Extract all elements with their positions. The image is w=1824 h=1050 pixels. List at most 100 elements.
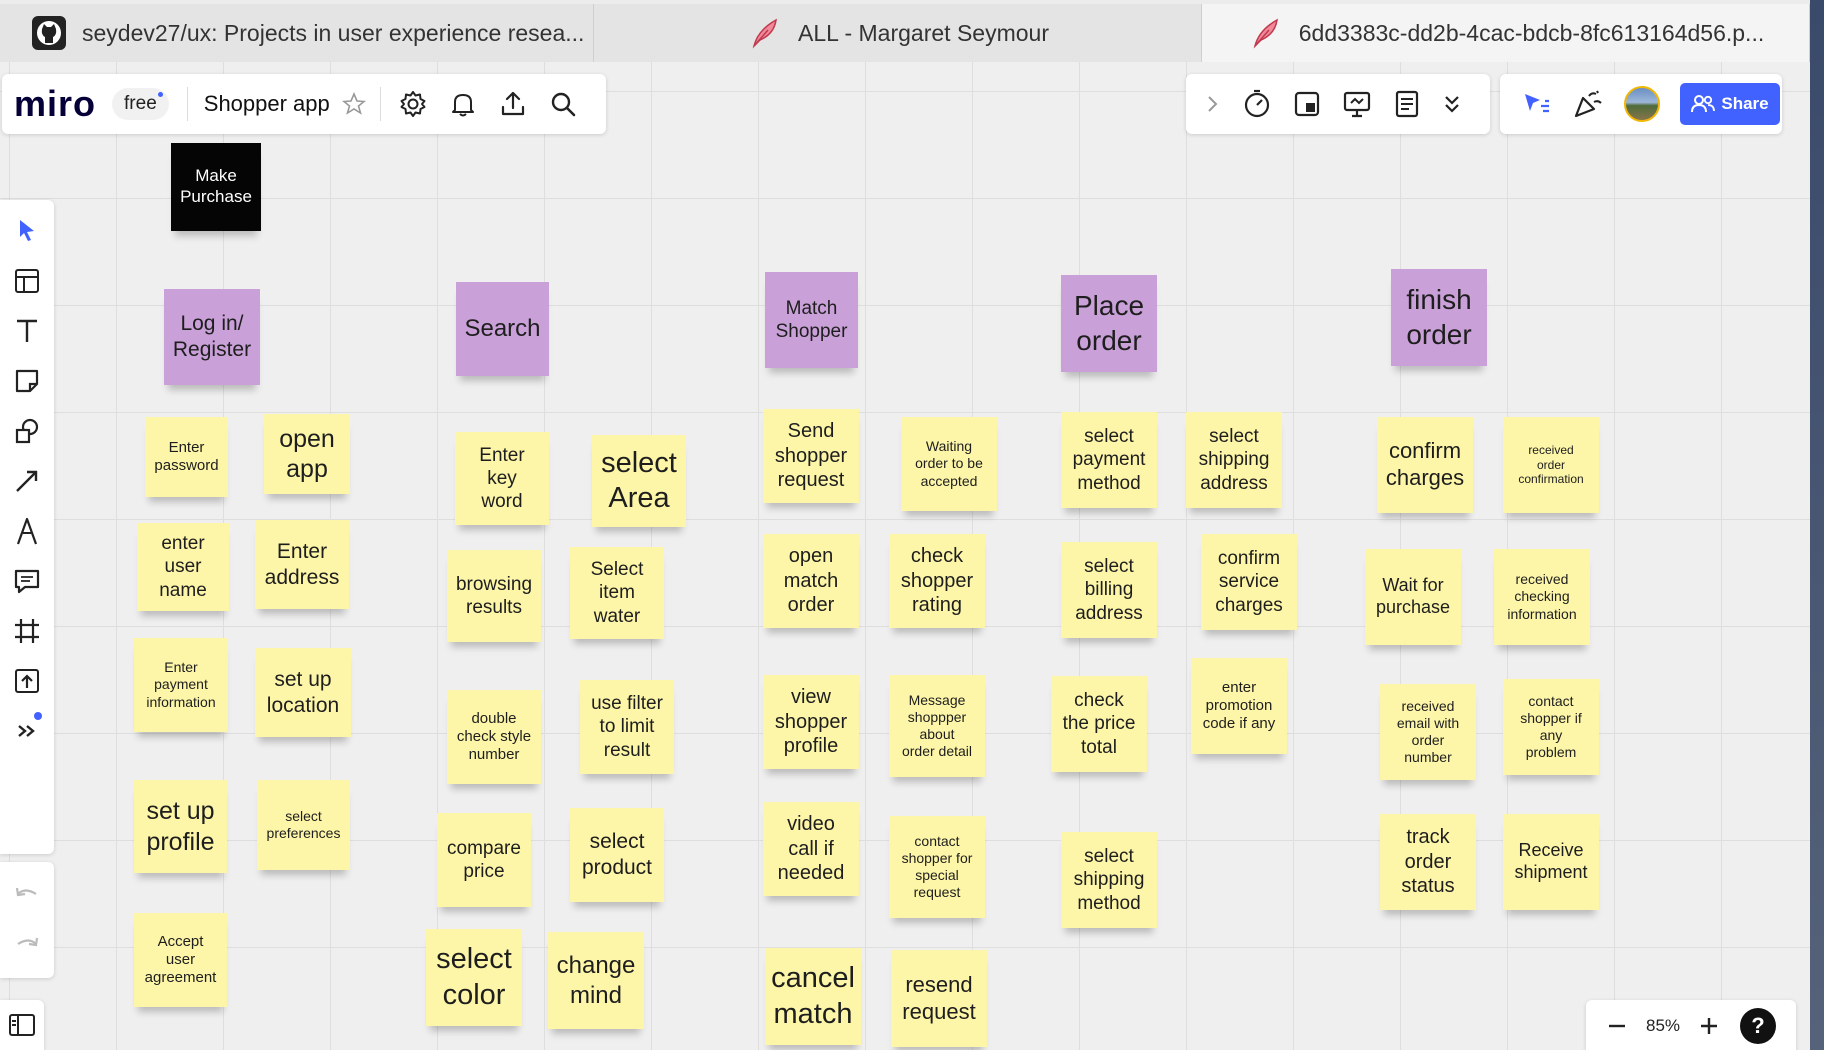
upload-export-icon[interactable]: [499, 90, 527, 118]
browser-tab-github[interactable]: seydev27/ux: Projects in user experience…: [0, 4, 594, 62]
help-button[interactable]: ?: [1740, 1008, 1777, 1044]
sticky-note[interactable]: change mind: [548, 932, 644, 1029]
sticky-note[interactable]: select color: [426, 929, 522, 1026]
sticky-note[interactable]: set up profile: [134, 780, 227, 873]
browser-tab-margaret[interactable]: ALL - Margaret Seymour: [594, 4, 1202, 62]
zoom-level[interactable]: 85%: [1646, 1016, 1680, 1036]
sticky-note[interactable]: Message shoppper about order detail: [889, 675, 985, 777]
connection-line-tool-icon[interactable]: [2, 456, 52, 506]
comment-tool-icon[interactable]: [2, 556, 52, 606]
avatar[interactable]: [1624, 86, 1660, 122]
sidebar-toggle[interactable]: [0, 1000, 44, 1050]
divider: [379, 87, 381, 121]
sticky-note[interactable]: Enter password: [145, 417, 228, 497]
sticky-note[interactable]: select product: [570, 808, 664, 902]
upload-tool-icon[interactable]: [2, 656, 52, 706]
sticky-note[interactable]: Waiting order to be accepted: [901, 417, 997, 511]
pen-tool-icon[interactable]: [2, 506, 52, 556]
sticky-note[interactable]: resend request: [891, 950, 987, 1047]
select-cursor-tool-icon[interactable]: [2, 206, 52, 256]
tab-title: seydev27/ux: Projects in user experience…: [82, 19, 585, 46]
sticky-note[interactable]: use filter to limit result: [580, 680, 674, 774]
sticky-note[interactable]: double check style number: [447, 690, 541, 784]
zoom-controls: 85% ?: [1586, 1000, 1796, 1050]
sticky-note[interactable]: open app: [264, 414, 350, 494]
sticky-note[interactable]: enter promotion code if any: [1191, 658, 1287, 754]
sticky-note[interactable]: Accept user agreement: [134, 913, 227, 1007]
sticky-note[interactable]: Enter key word: [455, 432, 549, 525]
sticky-note[interactable]: received checking information: [1494, 549, 1590, 645]
plan-badge[interactable]: free: [112, 88, 169, 120]
sticky-note[interactable]: select Area: [592, 435, 686, 527]
sticky-note-tool-icon[interactable]: [2, 356, 52, 406]
feather-icon: [1247, 14, 1285, 52]
sticky-note[interactable]: video call if needed: [763, 802, 859, 896]
sticky-note[interactable]: select shipping address: [1186, 412, 1282, 508]
sticky-note[interactable]: track order status: [1380, 814, 1476, 910]
sticky-note[interactable]: finish order: [1391, 269, 1487, 366]
sidebar-panel-icon: [9, 1014, 35, 1036]
share-button[interactable]: Share: [1680, 83, 1780, 125]
chevrons-down-icon[interactable]: [1442, 92, 1462, 116]
sticky-note[interactable]: contact shopper for special request: [889, 816, 985, 918]
sticky-note[interactable]: select shipping method: [1061, 832, 1157, 928]
sticky-note[interactable]: set up location: [255, 648, 351, 737]
sticky-note[interactable]: Place order: [1061, 275, 1157, 372]
sticky-note[interactable]: check the price total: [1051, 676, 1147, 772]
sticky-note[interactable]: select billing address: [1061, 542, 1157, 638]
github-icon: [30, 14, 68, 52]
tab-title: 6dd3383c-dd2b-4cac-bdcb-8fc613164d56.p..…: [1298, 19, 1765, 46]
zoom-out-icon[interactable]: [1606, 1015, 1628, 1037]
card-add-icon[interactable]: [1292, 89, 1322, 119]
sticky-note[interactable]: Make Purchase: [171, 143, 261, 231]
presentation-icon[interactable]: [1342, 89, 1372, 119]
sticky-note[interactable]: confirm charges: [1377, 417, 1473, 513]
sticky-note[interactable]: Receive shipment: [1503, 814, 1599, 910]
plan-label: free: [124, 93, 157, 114]
chevron-right-icon[interactable]: [1206, 94, 1220, 114]
celebrate-icon[interactable]: [1572, 88, 1604, 120]
notes-list-icon[interactable]: [1392, 89, 1422, 119]
sticky-note[interactable]: Match Shopper: [765, 272, 858, 368]
more-tools-icon[interactable]: [2, 706, 52, 756]
star-icon[interactable]: [341, 92, 366, 116]
timer-icon[interactable]: [1242, 89, 1272, 119]
shapes-tool-icon[interactable]: [2, 406, 52, 456]
sticky-note[interactable]: select preferences: [257, 780, 350, 870]
browser-tab-document[interactable]: 6dd3383c-dd2b-4cac-bdcb-8fc613164d56.p..…: [1202, 4, 1810, 62]
feather-icon: [746, 14, 784, 52]
settings-gear-icon[interactable]: [399, 90, 427, 118]
sticky-note[interactable]: received email with order number: [1380, 684, 1476, 780]
sticky-note[interactable]: view shopper profile: [763, 675, 859, 769]
sticky-note[interactable]: cancel match: [765, 948, 861, 1045]
sticky-note[interactable]: Select item water: [570, 547, 664, 639]
sticky-note[interactable]: Search: [456, 282, 549, 376]
frame-tool-icon[interactable]: [2, 606, 52, 656]
undo-icon[interactable]: [2, 870, 52, 920]
sticky-note[interactable]: Log in/ Register: [164, 289, 260, 385]
sticky-note[interactable]: open match order: [763, 534, 859, 628]
search-icon[interactable]: [549, 90, 577, 118]
sticky-note[interactable]: enter user name: [137, 523, 229, 611]
board-name[interactable]: Shopper app: [204, 91, 330, 117]
miro-board-canvas[interactable]: Make Purchase Log in/ Register Search Match…: [0, 62, 1810, 1050]
sticky-note[interactable]: Enter payment information: [134, 638, 228, 732]
sticky-note[interactable]: Wait for purchase: [1365, 549, 1461, 645]
sticky-note[interactable]: confirm service charges: [1201, 534, 1297, 630]
notifications-bell-icon[interactable]: [449, 90, 477, 118]
redo-icon[interactable]: [2, 920, 52, 970]
sticky-note[interactable]: received order confirmation: [1503, 417, 1599, 513]
miro-logo[interactable]: miro: [14, 83, 96, 125]
sticky-note[interactable]: contact shopper if any problem: [1503, 679, 1599, 775]
sticky-note[interactable]: select payment method: [1061, 412, 1157, 508]
plan-dot-icon: [157, 92, 163, 97]
sticky-note[interactable]: browsing results: [447, 550, 541, 642]
zoom-in-icon[interactable]: [1698, 1015, 1720, 1037]
templates-tool-icon[interactable]: [2, 256, 52, 306]
text-tool-icon[interactable]: [2, 306, 52, 356]
sticky-note[interactable]: compare price: [437, 813, 531, 907]
cursor-reactions-icon[interactable]: [1522, 89, 1552, 119]
sticky-note[interactable]: Enter address: [255, 520, 349, 609]
sticky-note[interactable]: Send shopper request: [763, 409, 859, 503]
sticky-note[interactable]: check shopper rating: [889, 534, 985, 628]
